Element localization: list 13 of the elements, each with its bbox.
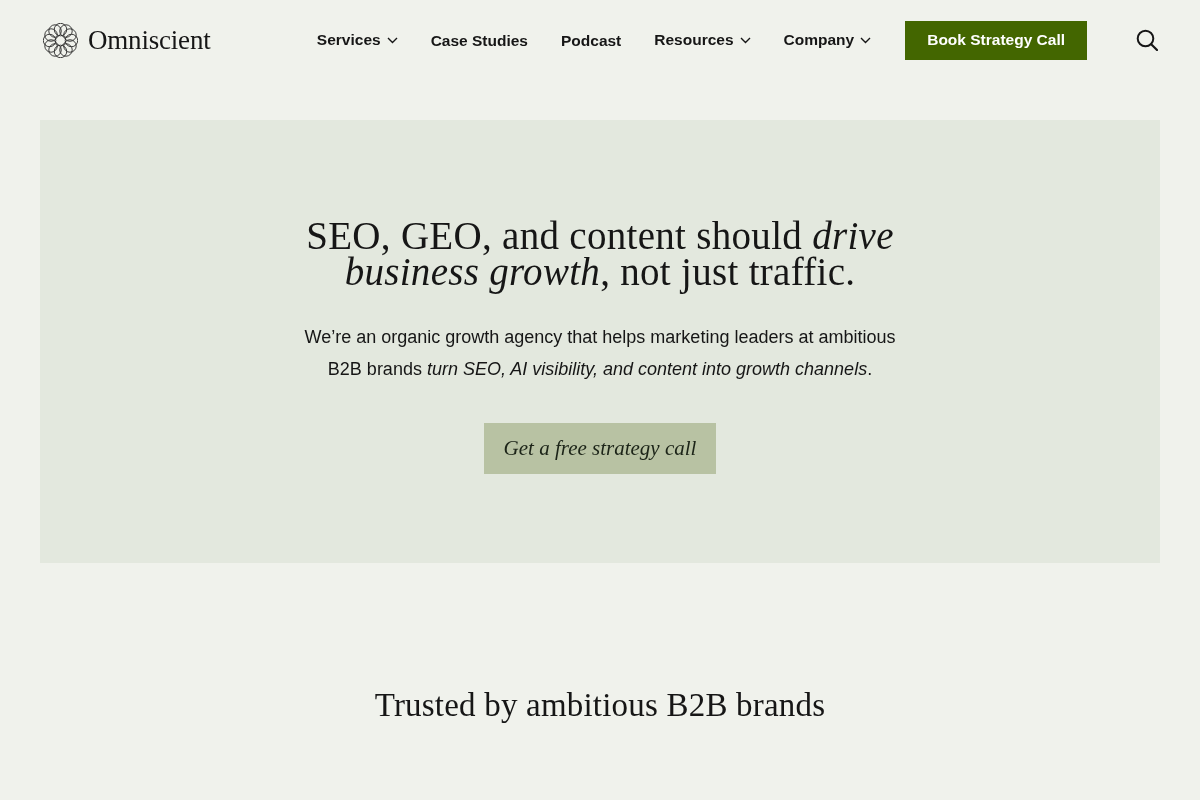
nav-menu-link[interactable]: Company bbox=[783, 29, 872, 51]
logo-link[interactable]: Omniscient bbox=[43, 22, 211, 58]
strategy-call-button[interactable]: Get a free strategy call bbox=[483, 423, 717, 474]
nav-link[interactable]: Podcast bbox=[561, 30, 622, 52]
nav-link[interactable]: Case Studies bbox=[430, 30, 528, 52]
nav-menu-link[interactable]: Resources bbox=[654, 29, 751, 51]
hero-intro: We’re an organic growth agency that helps marketing leaders at ambitious B2B brands turn SEO, AI visibility, and content into growth channels. bbox=[303, 326, 897, 381]
search-icon bbox=[1136, 29, 1158, 51]
book-call-button[interactable]: Book Strategy Call bbox=[905, 20, 1087, 60]
search-button[interactable] bbox=[1136, 29, 1158, 51]
section-heading: Trusted by ambitious B2B brands bbox=[374, 686, 826, 725]
nav-menu-link[interactable]: Services bbox=[316, 29, 398, 51]
logo-rosette-icon bbox=[43, 22, 78, 58]
